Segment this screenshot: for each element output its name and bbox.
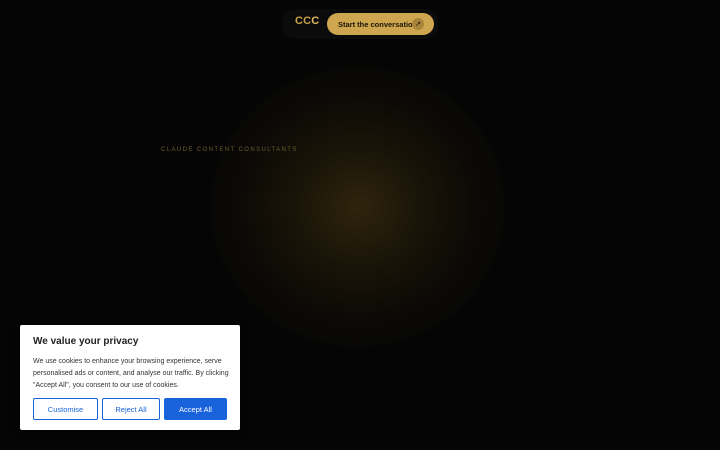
cookie-banner: We value your privacy We use cookies to … <box>20 325 240 430</box>
cookie-description: We use cookies to enhance your browsing … <box>33 358 229 389</box>
hero-glow <box>211 67 505 347</box>
arrow-up-right-icon: ↗ <box>412 18 424 30</box>
page: CCC Start the conversation ↗ CLAUDE CONT… <box>0 0 720 450</box>
logo-text-a: CC <box>295 15 312 27</box>
cookie-actions: Customise Reject All Accept All <box>33 398 227 420</box>
start-conversation-label: Start the conversation <box>338 19 418 29</box>
cookie-title: We value your privacy <box>33 336 139 347</box>
start-conversation-button[interactable]: Start the conversation ↗ <box>327 13 434 35</box>
customise-button[interactable]: Customise <box>33 398 98 420</box>
reject-all-button[interactable]: Reject All <box>102 398 160 420</box>
hero-eyebrow: CLAUDE CONTENT CONSULTANTS <box>161 147 298 153</box>
logo-text-b: C <box>311 15 320 27</box>
site-logo[interactable]: CCC <box>295 15 319 27</box>
top-nav: CCC Start the conversation ↗ <box>281 9 439 39</box>
accept-all-button[interactable]: Accept All <box>164 398 227 420</box>
